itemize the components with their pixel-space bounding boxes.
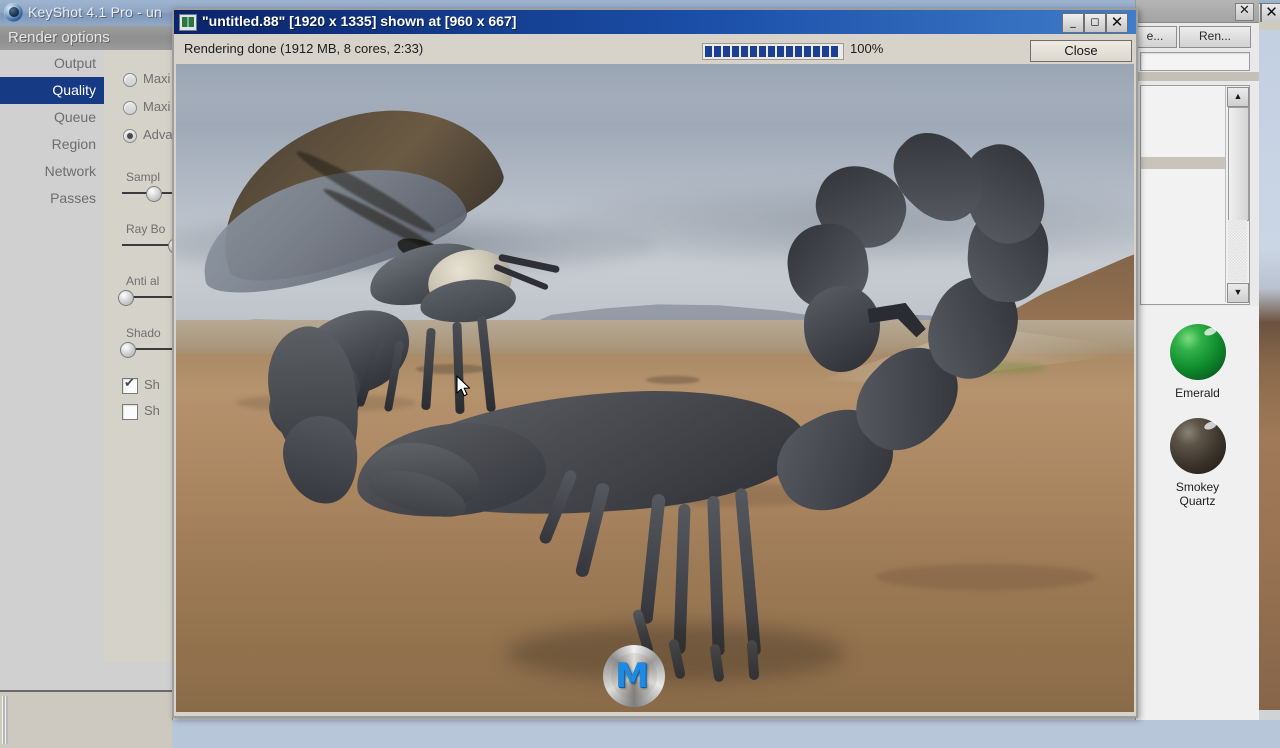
render-window-title: "untitled.88" [1920 x 1335] shown at [96…: [202, 13, 517, 29]
quality-settings-pane: Maxi Maxi Adva Sampl Ray Bo Anti al Shad…: [104, 50, 184, 662]
maximize-button[interactable]: ◻: [1084, 13, 1106, 33]
scroll-down-icon[interactable]: ▼: [1227, 283, 1249, 303]
render-options-category-list[interactable]: Output Quality Queue Region Network Pass…: [0, 50, 105, 662]
slider-knob[interactable]: [120, 342, 136, 358]
sidebar-item-output[interactable]: Output: [0, 50, 104, 77]
smokey-quartz-material-sphere-icon: [1169, 418, 1226, 474]
library-tree-view[interactable]: ▲ ▼: [1140, 85, 1250, 305]
render-window-titlebar[interactable]: "untitled.88" [1920 x 1335] shown at [96…: [174, 10, 1136, 34]
sidebar-item-passes[interactable]: Passes: [0, 185, 104, 212]
radio-label: Maxi: [143, 99, 171, 114]
sidebar-item-region[interactable]: Region: [0, 131, 104, 158]
radio-option-maximum-samples[interactable]: Maxi: [104, 94, 172, 122]
checkbox-label: Sh: [144, 403, 160, 418]
library-search-input[interactable]: [1140, 52, 1250, 71]
library-divider: [1136, 72, 1259, 81]
render-options-dialog: Render options Output Quality Queue Regi…: [0, 26, 184, 748]
background-window-close-button[interactable]: ✕: [1261, 3, 1280, 23]
watermark-logo: M: [603, 645, 665, 707]
library-panel-close-icon[interactable]: ✕: [1235, 3, 1254, 21]
rendered-scene: M: [176, 64, 1134, 712]
scrollbar-thumb[interactable]: [1228, 107, 1249, 221]
radio-option-maximum-time[interactable]: Maxi: [104, 66, 172, 94]
emerald-material-sphere-icon: [1169, 324, 1226, 380]
background-window-strip: [1258, 22, 1280, 30]
checkbox-label: Sh: [144, 377, 160, 392]
slider-samples[interactable]: Sampl: [104, 170, 180, 212]
scene-scrub: [646, 376, 700, 384]
material-label-line2: Quartz: [1179, 494, 1216, 508]
scorpion-shadow: [506, 624, 846, 682]
scroll-up-icon[interactable]: ▲: [1227, 87, 1249, 107]
minimize-button[interactable]: _: [1062, 13, 1084, 33]
main-3d-viewport[interactable]: [1258, 30, 1280, 710]
slider-label: Shado: [126, 326, 161, 340]
checkbox-option-1[interactable]: Sh: [104, 374, 172, 400]
render-options-title: Render options: [8, 29, 110, 46]
scrollbar-groove[interactable]: [1228, 220, 1247, 282]
slider-ray-bounces[interactable]: Ray Bo: [104, 222, 184, 264]
slider-shadow-quality[interactable]: Shado: [104, 326, 180, 368]
library-tree-scrollbar[interactable]: ▲ ▼: [1225, 86, 1249, 303]
slider-knob[interactable]: [146, 186, 162, 202]
sidebar-item-quality[interactable]: Quality: [0, 77, 104, 104]
slider-label: Ray Bo: [126, 222, 166, 236]
close-button[interactable]: ✕: [1106, 13, 1128, 33]
render-options-header: Render options: [0, 26, 172, 50]
library-tab-button-1[interactable]: e...: [1133, 26, 1177, 48]
render-output-window: "untitled.88" [1920 x 1335] shown at [96…: [172, 8, 1138, 718]
checkbox-option-2[interactable]: Sh: [104, 400, 172, 426]
render-window-statusbar: Rendering done (1912 MB, 8 cores, 2:33) …: [174, 34, 1136, 64]
radio-icon[interactable]: [123, 101, 137, 115]
material-item-smokey-quartz[interactable]: Smokey Quartz: [1136, 418, 1259, 508]
sidebar-item-network[interactable]: Network: [0, 158, 104, 185]
slider-anti-aliasing[interactable]: Anti al: [104, 274, 180, 316]
keyshot-logo-icon: [4, 3, 23, 22]
render-close-button[interactable]: Close: [1030, 40, 1132, 62]
radio-label: Adva: [143, 127, 173, 142]
slider-label: Sampl: [126, 170, 161, 184]
slider-knob[interactable]: [118, 290, 134, 306]
material-label-line1: Smokey: [1175, 480, 1220, 494]
library-tree-selected-row[interactable]: [1141, 157, 1229, 169]
ground-texture: [876, 564, 1096, 590]
library-panel-titlebar: ✕: [1136, 0, 1259, 23]
mouse-pointer-icon: [456, 375, 471, 397]
application-title: KeyShot 4.1 Pro - un: [28, 4, 162, 20]
radio-label: Maxi: [143, 71, 171, 86]
sidebar-item-queue[interactable]: Queue: [0, 104, 104, 131]
radio-icon-selected[interactable]: [123, 129, 137, 143]
checkbox-icon-checked[interactable]: [122, 376, 138, 394]
slider-label: Anti al: [126, 274, 160, 288]
render-status-text: Rendering done (1912 MB, 8 cores, 2:33): [184, 41, 424, 56]
watermark-letter: M: [615, 656, 649, 696]
resize-grip[interactable]: [2, 696, 8, 744]
checkbox-icon-unchecked[interactable]: [122, 404, 138, 420]
render-progress-bar: [702, 43, 844, 60]
radio-option-advanced[interactable]: Adva: [104, 122, 173, 150]
render-options-body: Output Quality Queue Region Network Pass…: [0, 50, 184, 690]
render-progress-fill: [705, 46, 839, 57]
rendered-image-canvas[interactable]: M: [176, 64, 1134, 712]
material-item-emerald[interactable]: Emerald: [1136, 324, 1259, 400]
library-tab-button-2[interactable]: Ren...: [1179, 26, 1251, 48]
library-panel: ✕ e... Ren... ▲ ▼ Emerald Smokey Quartz: [1133, 0, 1259, 720]
image-window-icon: [179, 14, 197, 31]
material-library-list[interactable]: Emerald Smokey Quartz: [1136, 306, 1259, 720]
material-label: Emerald: [1175, 386, 1220, 400]
render-options-footer: [0, 690, 172, 748]
radio-icon[interactable]: [123, 73, 137, 87]
render-progress-percent: 100%: [850, 41, 884, 56]
image-window-icon-glyph: [182, 17, 187, 27]
